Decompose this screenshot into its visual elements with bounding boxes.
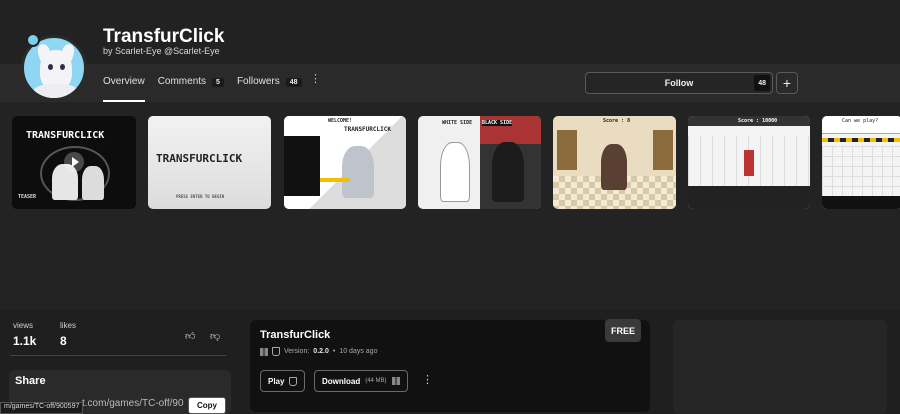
follow-label: Follow [664,78,694,88]
shot-art [342,146,374,198]
copy-button[interactable]: Copy [188,397,226,414]
online-badge-icon [26,33,40,47]
shot-caption: BLACK SIDE [482,120,513,126]
shot-art [744,150,754,176]
shot-floor [688,186,810,209]
download-label: Download [322,376,361,386]
share-heading: Share [15,375,46,387]
html5-icon [272,347,280,356]
gallery-thumb-sides[interactable]: WHITE SIDE BLACK SIDE [418,116,541,209]
gallery-thumb-title[interactable]: TRANSFURCLICK PRESS ENTER TO BEGIN [148,116,271,209]
gallery-thumb-hall[interactable]: Score : 10000 [688,116,810,209]
side-card [673,320,887,414]
author-byline[interactable]: by Scarlet-Eye @Scarlet-Eye [103,46,220,56]
play-label: Play [268,376,285,386]
follower-count-badge: 48 [754,75,770,91]
thumbs-down-icon[interactable]: 👎︎ [210,330,220,342]
avatar-eye [48,64,53,70]
shot-art [284,136,320,196]
likes-label: likes [60,321,77,330]
gallery-thumb-welcome[interactable]: WELCOME! TRANSFURCLICK [284,116,406,209]
avatar-eye [60,64,65,70]
shot-hud: Score : 8 [603,118,631,124]
tab-label: Followers [236,76,280,87]
tab-followers[interactable]: Followers 48 [237,76,302,102]
shot-art [492,142,524,202]
tab-overview[interactable]: Overview [103,76,145,102]
shot-floor [822,196,900,209]
page-title: TransfurClick [103,26,225,47]
windows-icon [260,347,268,356]
shot-art [822,146,900,196]
shot-caption: PRESS ENTER TO BEGIN [176,194,225,199]
plus-icon[interactable]: + [776,72,798,94]
play-button[interactable]: Play [260,370,306,392]
tab-label: Comments [157,76,207,87]
shot-hud: Can we play? [842,118,879,124]
shot-art [822,138,900,142]
download-button[interactable]: Download (44 MB) [314,370,408,392]
tab-count-badge: 5 [212,78,224,87]
views-count: 1.1k [13,334,37,348]
price-badge: FREE [605,319,641,342]
shot-caption: WELCOME! [328,118,353,124]
shot-caption: TEASER [18,194,37,200]
shot-caption: WHITE SIDE [442,120,473,126]
game-card-title: TransfurClick [260,329,331,341]
link-status-tooltip: m/games/TC-off/900597 [0,402,84,414]
game-meta: Version: 0.2.0 • 10 days ago [260,347,377,356]
html5-icon [289,376,298,386]
shot-title: TRANSFURCLICK [26,130,105,141]
version-label: Version: [284,348,310,355]
shot-art [440,142,470,202]
shot-art [653,130,673,170]
follow-button[interactable]: Follow 48 [585,72,773,94]
updated-time: 10 days ago [339,348,378,355]
meta-separator: • [332,348,336,355]
shot-title: TRANSFURCLICK [344,126,391,133]
shot-art [82,166,104,200]
shot-art [320,178,350,182]
shot-art [601,144,627,190]
share-url-field[interactable]: t.com/games/TC-off/90 [80,398,260,414]
gallery-thumb-lab[interactable]: Score : 8 [553,116,676,209]
play-icon[interactable] [64,152,84,172]
shot-art [557,130,577,170]
more-vert-icon[interactable]: ⋮ [310,74,321,85]
gallery-thumb-dialog[interactable]: Can we play? [822,116,900,209]
tab-bar: Overview Comments 5 Followers 48 [103,76,302,102]
shot-title: TRANSFURCLICK [156,152,243,165]
views-label: views [13,321,34,330]
gallery-thumb-teaser[interactable]: TRANSFURCLICK TEASER [12,116,136,209]
shot-hud: Score : 10000 [738,118,778,124]
version-value: 0.2.0 [313,348,329,355]
tab-comments[interactable]: Comments 5 [158,76,224,102]
thumbs-up-icon[interactable]: 👍︎ [185,330,195,342]
download-size: (44 MB) [365,378,387,384]
likes-count: 8 [60,334,67,348]
screenshot-gallery: TRANSFURCLICK TEASER TRANSFURCLICK PRESS… [0,102,900,310]
more-vert-icon[interactable]: ⋮ [422,373,433,386]
tab-label: Overview [103,76,145,87]
windows-icon [391,377,400,385]
divider [10,355,226,356]
tab-count-badge: 48 [285,78,302,87]
